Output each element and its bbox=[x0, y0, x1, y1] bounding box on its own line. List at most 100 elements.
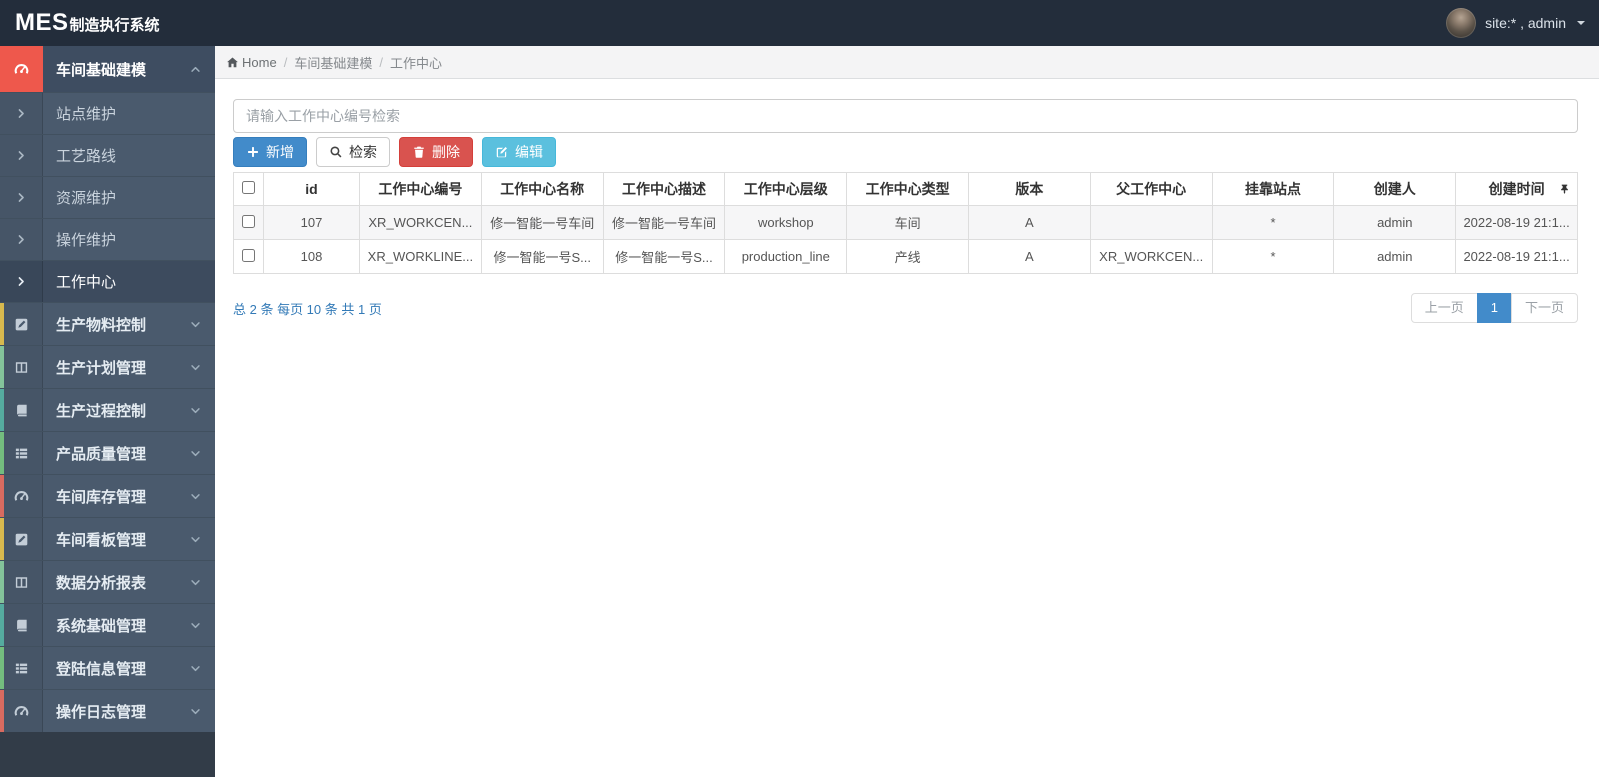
table-header-row: id 工作中心编号 工作中心名称 工作中心描述 工作中心层级 工作中心类型 版本 父工作中心 挂… bbox=[233, 172, 1578, 206]
pagination-summary: 总 2 条 每页 10 条 共 1 页 bbox=[233, 301, 382, 317]
chevron-down-icon bbox=[190, 389, 215, 431]
sidebar-group-system-basic-management[interactable]: 系统基础管理 bbox=[0, 603, 215, 646]
chevron-down-icon bbox=[190, 647, 215, 689]
table-cell: 2022-08-19 21:1... bbox=[1455, 205, 1578, 240]
sidebar-group-production-process-control[interactable]: 生产过程控制 bbox=[0, 388, 215, 431]
column-header[interactable]: 创建时间 bbox=[1455, 172, 1578, 206]
sidebar-group-label: 生产过程控制 bbox=[56, 402, 147, 420]
group-color-strip bbox=[0, 561, 4, 603]
tachometer-icon bbox=[0, 475, 43, 517]
column-header[interactable]: 创建人 bbox=[1333, 172, 1457, 206]
search-icon bbox=[330, 146, 342, 158]
table-cell: A bbox=[967, 205, 1091, 240]
group-color-strip bbox=[0, 389, 4, 431]
edit-button-label: 编辑 bbox=[515, 144, 543, 160]
table-cell: workshop bbox=[724, 205, 848, 240]
select-all-checkbox[interactable] bbox=[242, 181, 255, 194]
sidebar-group-data-analysis-report[interactable]: 数据分析报表 bbox=[0, 560, 215, 603]
table-cell: A bbox=[967, 239, 1091, 274]
pin-icon[interactable] bbox=[1559, 184, 1570, 195]
sidebar-group-label: 操作日志管理 bbox=[56, 703, 147, 721]
page-1-button[interactable]: 1 bbox=[1476, 293, 1512, 323]
breadcrumb-home-link[interactable]: Home bbox=[226, 55, 277, 70]
column-header[interactable]: 工作中心名称 bbox=[480, 172, 604, 206]
chevron-right-icon bbox=[0, 135, 43, 176]
pencil-square-icon bbox=[0, 303, 43, 345]
column-header[interactable]: 工作中心层级 bbox=[724, 172, 848, 206]
add-button[interactable]: 新增 bbox=[233, 137, 307, 167]
edit-icon bbox=[496, 147, 507, 158]
table-cell: XR_WORKLINE... bbox=[359, 239, 482, 274]
table-cell: * bbox=[1211, 205, 1335, 240]
next-page-button[interactable]: 下一页 bbox=[1510, 293, 1578, 323]
breadcrumb-item-module[interactable]: 车间基础建模 bbox=[294, 53, 372, 72]
chevron-down-icon bbox=[190, 346, 215, 388]
chevron-right-icon bbox=[0, 219, 43, 260]
sidebar-group-production-material-control[interactable]: 生产物料控制 bbox=[0, 302, 215, 345]
column-header[interactable]: id bbox=[263, 172, 360, 206]
sidebar-group-workshop-kanban-management[interactable]: 车间看板管理 bbox=[0, 517, 215, 560]
user-menu[interactable]: site:* , admin bbox=[1446, 8, 1585, 38]
table-cell: 产线 bbox=[846, 239, 969, 274]
column-header-label: 工作中心层级 bbox=[743, 181, 828, 197]
search-input[interactable] bbox=[233, 99, 1578, 133]
sidebar-item-resource-maintenance[interactable]: 资源维护 bbox=[0, 176, 215, 218]
columns-icon bbox=[0, 561, 43, 603]
sidebar-item-site-maintenance[interactable]: 站点维护 bbox=[0, 92, 215, 134]
sidebar-group-label: 车间基础建模 bbox=[56, 61, 147, 79]
table-cell: XR_WORKCEN... bbox=[1089, 239, 1213, 274]
table-row[interactable]: 108 XR_WORKLINE... 修一智能一号S... 修一智能一号S... pro… bbox=[233, 239, 1578, 274]
tachometer-icon bbox=[0, 690, 43, 732]
prev-page-button[interactable]: 上一页 bbox=[1410, 293, 1478, 323]
pagination: 上一页 1 下一页 bbox=[1410, 293, 1578, 323]
breadcrumb-separator: / bbox=[379, 54, 383, 70]
sidebar-group-operation-log-management[interactable]: 操作日志管理 bbox=[0, 689, 215, 732]
column-header[interactable]: 工作中心描述 bbox=[602, 172, 726, 206]
avatar[interactable] bbox=[1446, 8, 1477, 38]
row-checkbox[interactable] bbox=[242, 214, 255, 228]
table-cell: XR_WORKCEN... bbox=[359, 205, 482, 240]
breadcrumb: Home / 车间基础建模 / 工作中心 bbox=[215, 46, 1599, 79]
brand-logo[interactable]: MES 制造执行系统 bbox=[15, 9, 160, 37]
sidebar-group-product-quality-management[interactable]: 产品质量管理 bbox=[0, 431, 215, 474]
th-list-icon bbox=[0, 432, 43, 474]
search-button[interactable]: 检索 bbox=[316, 137, 390, 167]
breadcrumb-current: 工作中心 bbox=[389, 55, 442, 71]
table-cell: 2022-08-19 21:1... bbox=[1455, 239, 1578, 274]
delete-button-label: 删除 bbox=[432, 144, 460, 160]
table-cell: 107 bbox=[263, 205, 360, 240]
chevron-down-icon bbox=[190, 518, 215, 560]
column-header[interactable]: 版本 bbox=[967, 172, 1091, 206]
sidebar-group-production-plan-management[interactable]: 生产计划管理 bbox=[0, 345, 215, 388]
sidebar-item-operation-maintenance[interactable]: 操作维护 bbox=[0, 218, 215, 260]
column-header-label: 创建时间 bbox=[1488, 181, 1545, 197]
sidebar-group-workshop-basic-modeling[interactable]: 车间基础建模 bbox=[0, 46, 215, 92]
sidebar-item-process-route[interactable]: 工艺路线 bbox=[0, 134, 215, 176]
sidebar-item-label: 资源维护 bbox=[56, 190, 117, 207]
sidebar-item-work-center[interactable]: 工作中心 bbox=[0, 260, 215, 302]
column-header[interactable]: 工作中心编号 bbox=[359, 172, 482, 206]
group-color-strip bbox=[0, 475, 4, 517]
row-checkbox-cell bbox=[233, 205, 264, 240]
row-checkbox-cell bbox=[233, 239, 264, 274]
work-center-table-wrap: id 工作中心编号 工作中心名称 工作中心描述 工作中心层级 工作中心类型 版本 父工作中心 挂… bbox=[233, 172, 1578, 274]
column-header[interactable]: 挂靠站点 bbox=[1211, 172, 1335, 206]
delete-button[interactable]: 删除 bbox=[399, 137, 473, 167]
column-header[interactable]: 父工作中心 bbox=[1089, 172, 1213, 206]
app-window: MES 制造执行系统 site:* , admin 车间基础建模站点维护 工艺路线… bbox=[0, 0, 1599, 777]
column-header[interactable]: 工作中心类型 bbox=[846, 172, 969, 206]
chevron-down-icon bbox=[190, 690, 215, 732]
sidebar-group-label: 产品质量管理 bbox=[56, 445, 147, 463]
sidebar-group-workshop-inventory-management[interactable]: 车间库存管理 bbox=[0, 474, 215, 517]
edit-button[interactable]: 编辑 bbox=[482, 137, 556, 167]
table-cell: 车间 bbox=[846, 205, 969, 240]
column-header-label: 工作中心描述 bbox=[621, 181, 706, 197]
table-row[interactable]: 107 XR_WORKCEN... 修一智能一号车间 修一智能一号车间 workshop… bbox=[233, 205, 1578, 240]
chevron-right-icon bbox=[0, 93, 43, 134]
sidebar-group-label: 车间看板管理 bbox=[56, 531, 147, 549]
row-checkbox[interactable] bbox=[242, 248, 255, 262]
trash-icon bbox=[414, 146, 424, 158]
toolbar: 新增 检索 删除 编辑 bbox=[233, 137, 1578, 167]
sidebar-group-login-info-management[interactable]: 登陆信息管理 bbox=[0, 646, 215, 689]
sidebar-group-label: 车间库存管理 bbox=[56, 488, 147, 506]
